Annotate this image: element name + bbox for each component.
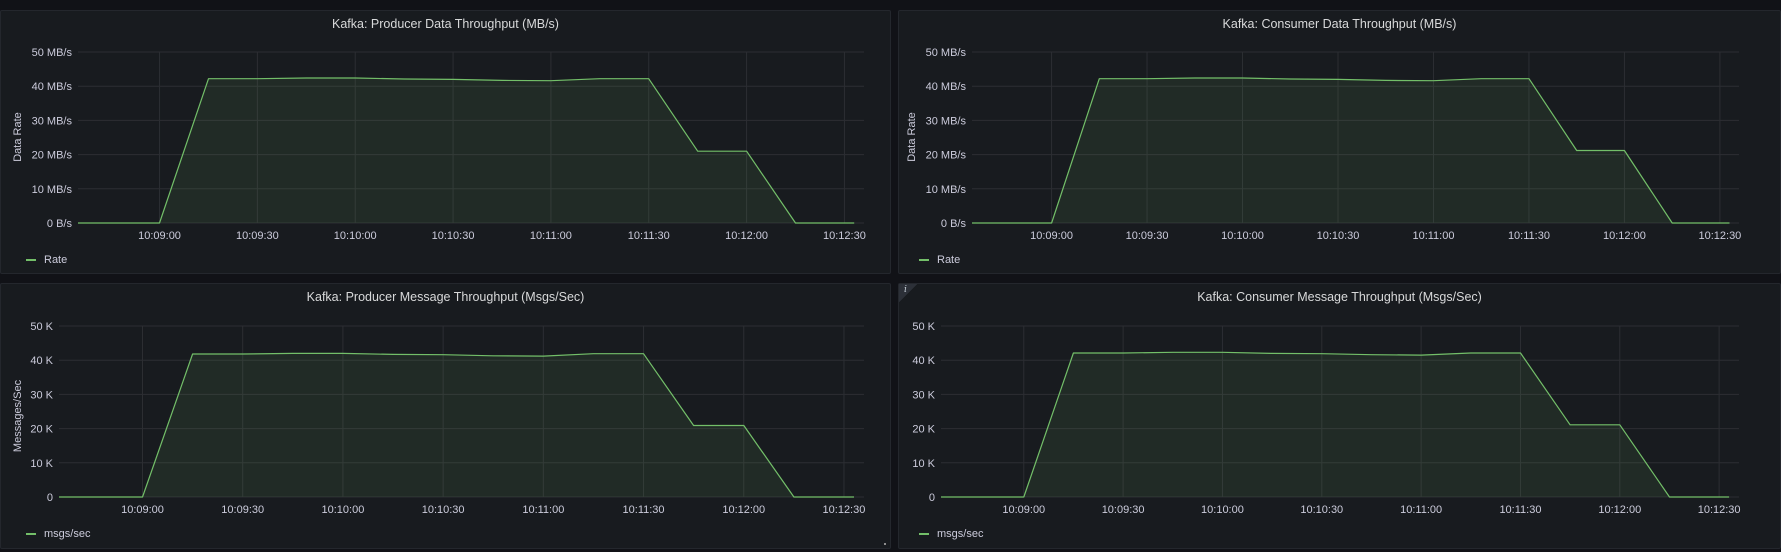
x-tick-label: 10:11:30	[1499, 504, 1541, 516]
x-tick-label: 10:11:00	[530, 230, 572, 242]
legend-label[interactable]: Rate	[937, 254, 960, 266]
legend-swatch	[919, 259, 929, 261]
x-tick-label: 10:11:30	[1508, 230, 1550, 242]
x-tick-label: 10:12:30	[1698, 230, 1741, 242]
chart-producer-msgs: 0 10 K 20 K 30 K 40 K 50 K 10:09:00 10:09:30 10:…	[12, 321, 866, 516]
panel-consumer-data-throughput[interactable]: Kafka: Consumer Data Throughput (MB/s) 0…	[898, 10, 1781, 274]
y-tick-label: 40 MB/s	[32, 81, 73, 93]
y-tick-label: 50 MB/s	[32, 47, 73, 59]
x-tick-label: 10:12:00	[725, 230, 768, 242]
y-tick-label: 40 K	[30, 355, 53, 367]
legend[interactable]: msgs/sec	[919, 528, 983, 540]
legend-swatch	[26, 259, 36, 261]
x-tick-label: 10:09:30	[1126, 230, 1169, 242]
legend-swatch	[919, 533, 929, 535]
x-tick-label: 10:09:30	[236, 230, 279, 242]
x-tick-label: 10:09:00	[121, 504, 164, 516]
legend[interactable]: Rate	[919, 254, 960, 266]
x-tick-label: 10:11:00	[1412, 230, 1454, 242]
y-tick-label: 50 K	[30, 321, 53, 333]
legend[interactable]: msgs/sec	[26, 528, 90, 540]
y-tick-label: 10 MB/s	[32, 184, 73, 196]
y-tick-label: 30 MB/s	[926, 115, 967, 127]
y-tick-label: 30 K	[912, 389, 935, 401]
legend[interactable]: Rate	[26, 254, 67, 266]
y-tick-label: 0	[929, 492, 935, 504]
y-axis-label: Data Rate	[906, 112, 918, 162]
y-axis-label: Data Rate	[12, 112, 24, 162]
y-tick-label: 20 K	[912, 424, 935, 436]
y-tick-label: 0	[47, 492, 53, 504]
y-tick-label: 20 MB/s	[926, 150, 967, 162]
y-tick-label: 20 MB/s	[32, 150, 73, 162]
x-tick-label: 10:09:30	[1102, 504, 1145, 516]
y-axis-label: Messages/Sec	[12, 379, 24, 452]
x-tick-label: 10:11:00	[522, 504, 564, 516]
x-tick-label: 10:11:30	[623, 504, 665, 516]
y-tick-label: 10 K	[30, 458, 53, 470]
x-tick-label: 10:10:30	[432, 230, 475, 242]
legend-label[interactable]: Rate	[44, 254, 67, 266]
chart-consumer-msgs: 0 10 K 20 K 30 K 40 K 50 K 10:09:00 10:09:30 10:…	[912, 321, 1741, 516]
x-tick-label: 10:12:30	[823, 504, 866, 516]
x-tick-label: 10:09:00	[1002, 504, 1045, 516]
x-tick-label: 10:12:30	[1698, 504, 1741, 516]
x-tick-label: 10:09:00	[138, 230, 181, 242]
x-tick-label: 10:12:00	[1603, 230, 1646, 242]
x-tick-label: 10:12:00	[1598, 504, 1641, 516]
y-tick-label: 50 K	[912, 321, 935, 333]
x-tick-label: 10:10:00	[1201, 504, 1244, 516]
x-tick-label: 10:10:00	[334, 230, 377, 242]
x-tick-label: 10:11:00	[1400, 504, 1442, 516]
y-tick-label: 30 K	[30, 389, 53, 401]
legend-label[interactable]: msgs/sec	[44, 528, 90, 540]
chart-producer-data: 0 B/s 10 MB/s 20 MB/s 30 MB/s 40 MB/s 50 MB/s…	[12, 47, 866, 242]
legend-swatch	[26, 533, 36, 535]
x-tick-label: 10:11:30	[628, 230, 670, 242]
series-area-fill	[78, 78, 855, 223]
panel-producer-data-throughput[interactable]: Kafka: Producer Data Throughput (MB/s) 0…	[0, 10, 891, 274]
chart-consumer-data: 0 B/s 10 MB/s 20 MB/s 30 MB/s 40 MB/s 50 MB/s…	[906, 47, 1741, 242]
legend-label[interactable]: msgs/sec	[937, 528, 983, 540]
y-tick-label: 10 MB/s	[926, 184, 967, 196]
y-tick-label: 30 MB/s	[32, 115, 73, 127]
x-tick-label: 10:10:30	[422, 504, 465, 516]
y-tick-label: 10 K	[912, 458, 935, 470]
y-tick-label: 50 MB/s	[926, 47, 967, 59]
y-tick-label: 40 K	[912, 355, 935, 367]
y-tick-label: 40 MB/s	[926, 81, 967, 93]
y-tick-label: 20 K	[30, 424, 53, 436]
panel-consumer-message-throughput[interactable]: i Kafka: Consumer Message Throughput (Ms…	[898, 283, 1781, 549]
y-tick-label: 0 B/s	[47, 218, 73, 230]
resize-handle[interactable]	[884, 543, 886, 545]
x-tick-label: 10:10:00	[1221, 230, 1264, 242]
x-tick-label: 10:09:30	[221, 504, 264, 516]
panel-producer-message-throughput[interactable]: Kafka: Producer Message Throughput (Msgs…	[0, 283, 891, 549]
x-tick-label: 10:12:00	[722, 504, 765, 516]
x-tick-label: 10:12:30	[823, 230, 866, 242]
x-tick-label: 10:09:00	[1030, 230, 1073, 242]
x-tick-label: 10:10:30	[1317, 230, 1360, 242]
y-tick-label: 0 B/s	[941, 218, 967, 230]
x-tick-label: 10:10:00	[322, 504, 365, 516]
x-tick-label: 10:10:30	[1300, 504, 1343, 516]
